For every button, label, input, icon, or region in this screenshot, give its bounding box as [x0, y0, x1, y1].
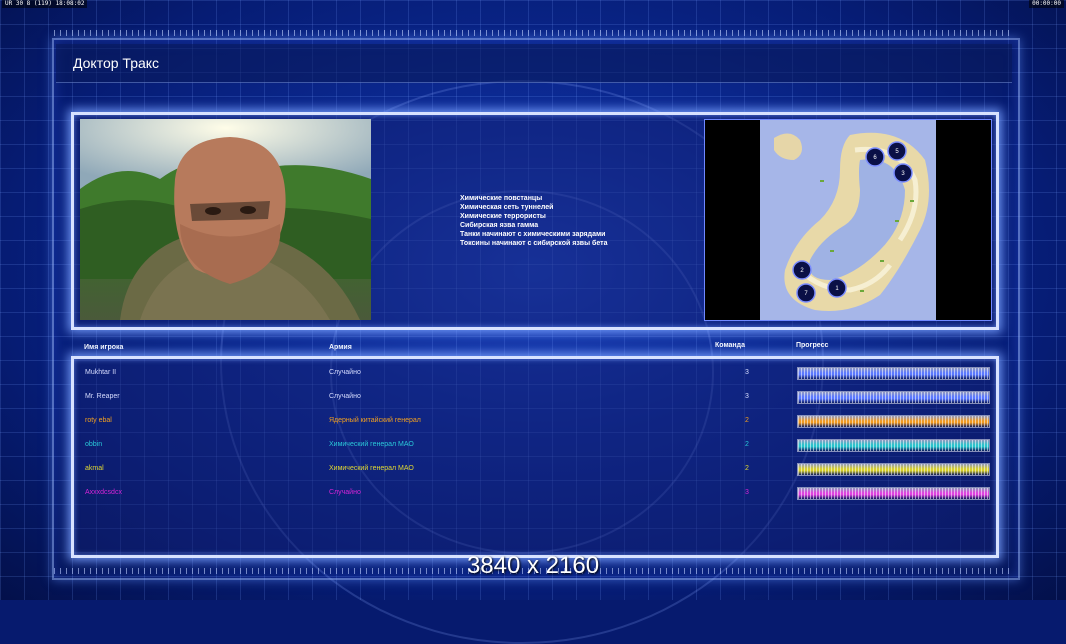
- hud-clock: 00:00:00: [1029, 0, 1064, 8]
- briefing-line: Танки начинают с химическими зарядами: [460, 231, 606, 238]
- spawn-marker: 2: [792, 260, 812, 280]
- player-name: roty ebal: [85, 417, 112, 424]
- player-army: Химический генерал МАО: [329, 441, 414, 448]
- player-army: Случайно: [329, 393, 361, 400]
- header-army: Армия: [329, 344, 352, 351]
- progress-bar: [797, 391, 990, 404]
- progress-bar: [797, 463, 990, 476]
- player-row: akmal Химический генерал МАО 2: [0, 463, 1066, 487]
- spawn-marker: 5: [887, 141, 907, 161]
- progress-bar: [797, 487, 990, 500]
- briefing-line: Химическая сеть туннелей: [460, 204, 554, 211]
- player-team: 3: [745, 489, 749, 496]
- briefing-line: Химические повстанцы: [460, 195, 543, 202]
- header-team: Команда: [715, 342, 745, 349]
- player-team: 3: [745, 393, 749, 400]
- player-name: Mr. Reaper: [85, 393, 120, 400]
- player-army: Случайно: [329, 489, 361, 496]
- player-name: Mukhtar II: [85, 369, 117, 376]
- player-row: obbin Химический генерал МАО 2: [0, 439, 1066, 463]
- player-team: 2: [745, 465, 749, 472]
- briefing-line: Сибирская язва гамма: [460, 222, 539, 229]
- player-name: Axxxdcsdcx: [85, 489, 122, 496]
- spawn-marker: 6: [865, 147, 885, 167]
- title-bar: [56, 44, 1012, 83]
- briefing-line: Токсины начинают с сибирской язвы бета: [460, 240, 608, 247]
- player-army: Химический генерал МАО: [329, 465, 414, 472]
- progress-bar: [797, 415, 990, 428]
- briefing-text: Химические повстанцы Химическая сеть тун…: [460, 194, 607, 248]
- general-portrait: [80, 119, 371, 320]
- progress-bar: [797, 367, 990, 380]
- player-name: akmal: [85, 465, 104, 472]
- player-army: Ядерный китайский генерал: [329, 417, 421, 424]
- player-army: Случайно: [329, 369, 361, 376]
- player-row: Axxxdcsdcx Случайно 3: [0, 487, 1066, 511]
- player-team: 2: [745, 441, 749, 448]
- header-progress: Прогресс: [796, 342, 829, 349]
- map-preview: 1 2 3 5 6 7: [704, 119, 992, 321]
- briefing-line: Химические террористы: [460, 213, 546, 220]
- player-row: Mukhtar II Случайно 3: [0, 367, 1066, 391]
- player-row: roty ebal Ядерный китайский генерал 2: [0, 415, 1066, 439]
- hud-status-left: UR 30 8 (119) 18:08:02: [2, 0, 88, 8]
- ruler-top: [54, 30, 1014, 36]
- progress-bar: [797, 439, 990, 452]
- player-row: Mr. Reaper Случайно 3: [0, 391, 1066, 415]
- player-name: obbin: [85, 441, 103, 448]
- resolution-watermark: 3840 x 2160: [466, 552, 600, 579]
- spawn-marker: 7: [796, 283, 816, 303]
- player-team: 2: [745, 417, 749, 424]
- spawn-marker: 3: [893, 163, 913, 183]
- header-player: Имя игрока: [84, 344, 124, 351]
- player-team: 3: [745, 369, 749, 376]
- spawn-marker: 1: [827, 278, 847, 298]
- page-title: Доктор Тракс: [73, 55, 160, 71]
